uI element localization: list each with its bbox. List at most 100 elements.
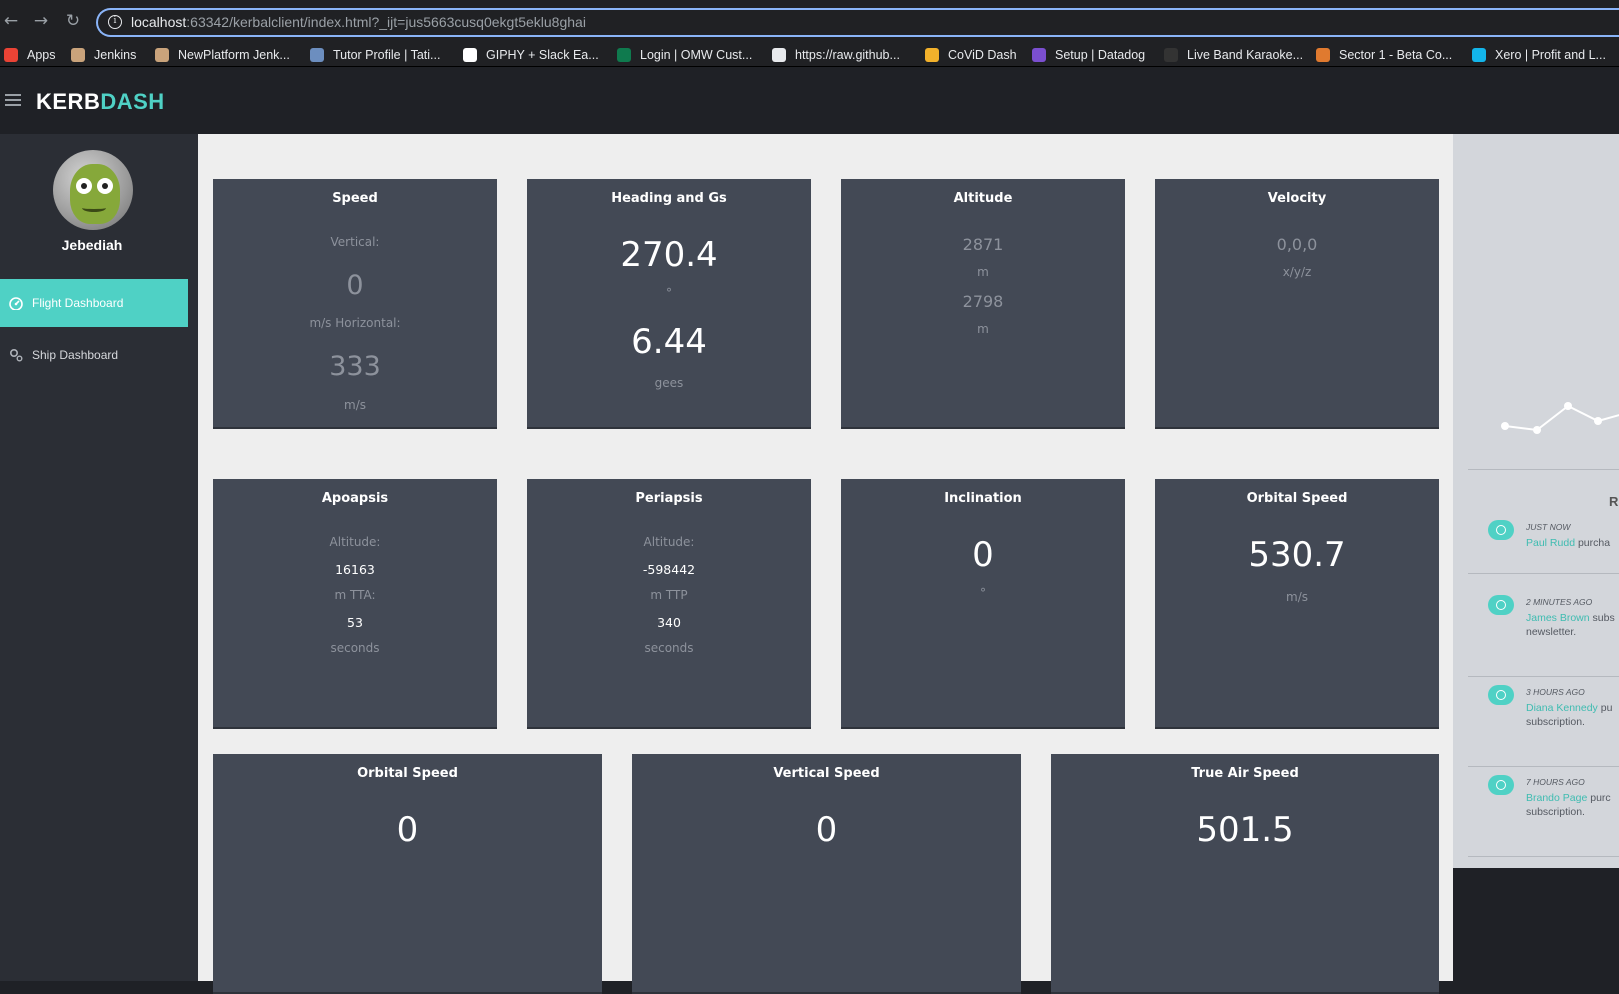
bookmark-item[interactable]: Sector 1 - Beta Co...	[1316, 46, 1452, 64]
horizontal-label: m/s Horizontal:	[309, 316, 401, 330]
sidebar-item-flight-dashboard[interactable]: Flight Dashboard	[0, 279, 188, 327]
info-icon[interactable]: i	[108, 15, 122, 29]
speed-unit: m/s	[344, 398, 366, 412]
bookmark-item[interactable]: CoViD Dash	[925, 46, 1017, 64]
card-title: Heading and Gs	[611, 191, 727, 206]
card-title: Orbital Speed	[357, 766, 458, 781]
activity-item: JUST NOW Paul Rudd purcha	[1468, 514, 1619, 574]
dashboard-icon	[9, 297, 23, 310]
divider	[1468, 469, 1619, 470]
reload-icon[interactable]: ↻	[62, 10, 84, 32]
bookmark-label: Jenkins	[94, 48, 137, 62]
activity-heading: R	[1609, 494, 1619, 509]
bookmarks-bar: Apps Jenkins NewPlatform Jenk... Tutor Prof…	[0, 42, 1619, 67]
inclination-value: 0	[972, 535, 994, 575]
bookmark-item[interactable]: Jenkins	[71, 46, 136, 64]
forward-arrow-icon[interactable]: →	[30, 10, 52, 32]
sparkline-chart	[1501, 402, 1619, 434]
velocity-value: 0,0,0	[1276, 235, 1318, 254]
back-arrow-icon[interactable]: ←	[0, 10, 22, 32]
bookmark-item[interactable]: Tutor Profile | Tati...	[310, 46, 440, 64]
bookmark-label: Setup | Datadog	[1055, 48, 1146, 62]
activity-user-link[interactable]: Brando Page	[1526, 792, 1587, 804]
bookmark-label: Live Band Karaoke...	[1187, 48, 1304, 62]
orbital-speed-2-value: 0	[396, 810, 419, 850]
vertical-label: Vertical:	[330, 235, 380, 249]
altitude-value-1: 2871	[962, 235, 1004, 254]
sidebar-item-label: Flight Dashboard	[32, 296, 124, 310]
heading-gs-card: Heading and Gs 270.4 ° 6.44 gees	[527, 179, 811, 429]
bookmark-favicon-icon	[1472, 48, 1486, 62]
inclination-card: Inclination 0 °	[841, 479, 1125, 729]
bookmark-item[interactable]: https://raw.github...	[772, 46, 900, 64]
activity-text-line2: newsletter.	[1526, 626, 1577, 638]
activity-user-link[interactable]: Diana Kennedy	[1526, 702, 1598, 714]
brand-logo[interactable]: KERBDASH	[36, 89, 165, 115]
card-title: Apoapsis	[321, 491, 389, 506]
activity-user-link[interactable]: James Brown	[1526, 612, 1590, 624]
inclination-unit: °	[980, 586, 986, 600]
bookmark-favicon-icon	[1316, 48, 1330, 62]
menu-icon[interactable]	[5, 94, 21, 107]
activity-time: 2 MINUTES AGO	[1526, 597, 1593, 607]
periapsis-unit: seconds	[644, 641, 694, 655]
periapsis-ttp-value: 340	[657, 615, 681, 630]
bookmark-favicon-icon	[1164, 48, 1178, 62]
bookmark-item[interactable]: Xero | Profit and L...	[1472, 46, 1606, 64]
bookmark-item[interactable]: NewPlatform Jenk...	[155, 46, 290, 64]
sidebar-item-label: Ship Dashboard	[32, 348, 119, 362]
bookmark-label: Tutor Profile | Tati...	[333, 48, 441, 62]
activity-text-line1: subs	[1589, 612, 1615, 624]
activity-user-link[interactable]: Paul Rudd	[1526, 537, 1575, 549]
activity-item: 2 MINUTES AGO James Brown subs newsletter.	[1468, 589, 1619, 677]
apoapsis-tta-label: m TTA:	[334, 588, 376, 602]
apoapsis-card: Apoapsis Altitude: 16163 m TTA: 53 secon…	[213, 479, 497, 729]
card-title: Altitude	[953, 191, 1013, 206]
right-panel: R JUST NOW Paul Rudd purcha 2 MINUTES AGO J…	[1453, 134, 1619, 868]
velocity-card: Velocity 0,0,0 x/y/z	[1155, 179, 1439, 429]
app-header: KERBDASH	[0, 67, 1619, 134]
bookmark-item[interactable]: GIPHY + Slack Ea...	[463, 46, 599, 64]
activity-text: Paul Rudd purcha	[1526, 536, 1619, 550]
orbital-speed-unit: m/s	[1286, 590, 1308, 604]
address-bar[interactable]: i localhost:63342/kerbalclient/index.htm…	[96, 8, 1619, 37]
card-title: Speed	[332, 191, 378, 206]
avatar	[53, 150, 133, 230]
apoapsis-altitude-value: 16163	[335, 562, 375, 577]
dashboard-main: Speed Vertical: 0 m/s Horizontal: 333 m/…	[198, 134, 1453, 994]
periapsis-ttp-label: m TTP	[650, 588, 688, 602]
speed-card: Speed Vertical: 0 m/s Horizontal: 333 m/…	[213, 179, 497, 429]
vertical-speed-card-value: 0	[815, 810, 838, 850]
activity-text-line1: purc	[1587, 792, 1611, 804]
horizontal-speed-value: 333	[329, 351, 381, 382]
periapsis-altitude-label: Altitude:	[643, 535, 695, 549]
card-title: True Air Speed	[1191, 766, 1299, 781]
periapsis-altitude-value: -598442	[642, 562, 696, 577]
sidebar-item-ship-dashboard[interactable]: Ship Dashboard	[0, 331, 188, 379]
bookmark-label: NewPlatform Jenk...	[178, 48, 290, 62]
activity-text-line1: pu	[1597, 702, 1613, 714]
orbital-speed-value: 530.7	[1248, 535, 1346, 575]
bookmark-favicon-icon	[772, 48, 786, 62]
activity-item: 7 HOURS AGO Brando Page purc subscription.	[1468, 769, 1619, 857]
url-text[interactable]: localhost:63342/kerbalclient/index.html?…	[131, 14, 586, 30]
card-title: Velocity	[1267, 191, 1327, 206]
gears-icon	[9, 348, 23, 362]
activity-item: 3 HOURS AGO Diana Kennedy pu subscription.	[1468, 679, 1619, 767]
velocity-unit: x/y/z	[1282, 265, 1312, 279]
activity-text: Diana Kennedy pu subscription.	[1526, 701, 1619, 729]
kerbal-face-icon	[70, 164, 120, 224]
bookmark-item[interactable]: Setup | Datadog	[1032, 46, 1145, 64]
bookmark-favicon-icon	[1032, 48, 1046, 62]
bookmark-favicon-icon	[463, 48, 477, 62]
bookmark-favicon-icon	[310, 48, 324, 62]
bookmark-label: Xero | Profit and L...	[1495, 48, 1606, 62]
bookmark-item[interactable]: Login | OMW Cust...	[617, 46, 752, 64]
bookmark-item[interactable]: Apps	[4, 46, 56, 64]
apoapsis-unit: seconds	[330, 641, 380, 655]
bookmark-label: GIPHY + Slack Ea...	[486, 48, 599, 62]
bookmark-label: Apps	[27, 48, 56, 62]
bookmark-item[interactable]: Live Band Karaoke...	[1164, 46, 1303, 64]
user-name: Jebediah	[61, 237, 123, 253]
activity-text: James Brown subs newsletter.	[1526, 611, 1619, 639]
